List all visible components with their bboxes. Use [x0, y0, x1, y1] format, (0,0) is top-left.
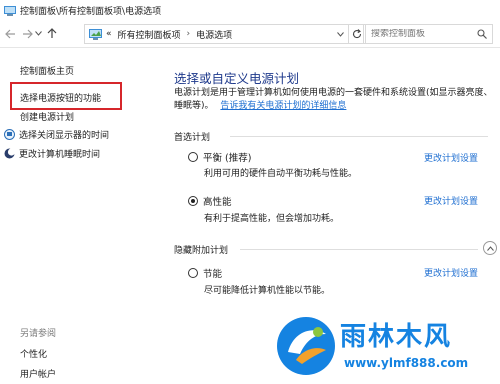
change-plan-settings-power-saver[interactable]: 更改计划设置 — [424, 266, 478, 279]
radio-power-saver[interactable] — [188, 268, 198, 278]
chevron-up-icon — [486, 245, 494, 251]
arrow-right-icon — [22, 29, 33, 38]
search-icon[interactable] — [477, 29, 487, 39]
watermark: 雨林木风 www.ylmf888.com — [270, 308, 500, 384]
title-bar: 控制面板\所有控制面板项\电源选项 — [0, 0, 500, 20]
plan-name: 高性能 — [203, 197, 232, 208]
power-display-icon — [4, 129, 15, 140]
preferred-plans-label: 首选计划 — [174, 133, 211, 143]
search-input[interactable] — [364, 29, 470, 39]
plan-description: 尽可能降低计算机性能以节能。 — [204, 286, 331, 296]
sidebar: 控制面板主页 选择电源按钮的功能 创建电源计划 选择关闭显示器的时间 更改计算机… — [0, 48, 160, 384]
plan-name: 节能 — [203, 269, 223, 280]
moon-icon — [4, 148, 16, 159]
sidebar-item-personalization[interactable]: 个性化 — [20, 347, 47, 360]
collapse-button[interactable] — [483, 241, 497, 255]
breadcrumb-power-options[interactable]: 电源选项 — [196, 28, 232, 41]
power-plan-info-link[interactable]: 告诉我有关电源计划的详细信息 — [220, 101, 346, 111]
sidebar-item-create-plan[interactable]: 创建电源计划 — [20, 110, 74, 123]
watermark-url: www.ylmf888.com — [344, 356, 469, 370]
address-overflow[interactable]: « — [106, 29, 112, 39]
back-button[interactable] — [3, 27, 17, 41]
navigation-bar: « 所有控制面板项 › 电源选项 — [0, 20, 500, 48]
section-divider — [240, 249, 478, 250]
plan-name: 平衡 (推荐) — [203, 153, 252, 164]
window-title: 控制面板\所有控制面板项\电源选项 — [20, 6, 162, 17]
search-box[interactable] — [363, 24, 493, 44]
sidebar-item-user-accounts[interactable]: 用户帐户 — [20, 367, 56, 380]
page-title: 选择或自定义电源计划 — [174, 71, 300, 86]
plan-description: 利用可用的硬件自动平衡功耗与性能。 — [204, 169, 358, 179]
sidebar-item-home[interactable]: 控制面板主页 — [20, 64, 74, 77]
sidebar-item-display-off[interactable]: 选择关闭显示器的时间 — [4, 128, 109, 141]
plan-balanced[interactable]: 平衡 (推荐) — [188, 150, 251, 164]
change-plan-settings-balanced[interactable]: 更改计划设置 — [424, 151, 478, 164]
chevron-down-icon — [34, 31, 42, 36]
watermark-title: 雨林木风 — [340, 322, 453, 352]
see-also-heading: 另请参阅 — [20, 329, 57, 339]
arrow-left-icon — [4, 29, 15, 38]
sidebar-item-label: 选择关闭显示器的时间 — [19, 131, 110, 141]
address-bar[interactable]: « 所有控制面板项 › 电源选项 — [84, 24, 349, 44]
chevron-down-icon[interactable] — [337, 32, 344, 37]
page-description: 电源计划是用于管理计算机如何使用电源的一套硬件和系统设置(如显示器亮度、睡眠等)… — [174, 87, 494, 113]
recent-locations-button[interactable] — [34, 27, 42, 41]
plan-description: 有利于提高性能，但会增加功耗。 — [204, 214, 340, 224]
arrow-up-icon — [47, 28, 57, 38]
change-plan-settings-high-performance[interactable]: 更改计划设置 — [424, 194, 478, 207]
watermark-logo — [277, 317, 335, 375]
forward-button[interactable] — [20, 27, 34, 41]
refresh-icon — [352, 29, 362, 39]
sidebar-item-label: 更改计算机睡眠时间 — [19, 150, 101, 160]
breadcrumb-all-items[interactable]: 所有控制面板项 — [118, 28, 181, 41]
control-panel-icon — [89, 29, 102, 40]
section-divider — [230, 136, 488, 137]
up-button[interactable] — [45, 27, 59, 41]
hidden-plans-label: 隐藏附加计划 — [174, 246, 229, 256]
radio-balanced[interactable] — [188, 152, 198, 162]
control-panel-icon — [4, 5, 16, 16]
plan-high-performance[interactable]: 高性能 — [188, 194, 232, 208]
breadcrumb-separator: › — [186, 29, 191, 39]
sidebar-item-sleep-time[interactable]: 更改计算机睡眠时间 — [4, 147, 100, 160]
plan-power-saver[interactable]: 节能 — [188, 266, 222, 280]
radio-high-performance[interactable] — [188, 196, 198, 206]
sidebar-item-power-buttons[interactable]: 选择电源按钮的功能 — [20, 91, 101, 104]
